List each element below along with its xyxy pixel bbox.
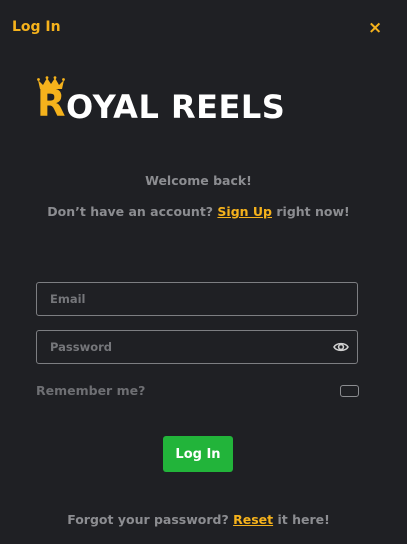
forgot-password-prompt: Forgot your password? Reset it here!: [0, 512, 397, 527]
remember-me-toggle[interactable]: [340, 385, 359, 397]
email-field-container: [36, 282, 358, 316]
email-field[interactable]: [37, 283, 357, 315]
signup-suffix: right now!: [276, 204, 350, 219]
dialog-title: Log In: [12, 19, 61, 35]
eye-icon[interactable]: [333, 340, 349, 354]
signup-prompt: Don’t have an account? Sign Up right now…: [0, 204, 397, 219]
brand-logo: R OYAL REELS: [37, 76, 352, 126]
logo-wordmark: OYAL REELS: [66, 88, 286, 126]
close-icon[interactable]: ×: [368, 20, 382, 37]
reset-link[interactable]: Reset: [233, 512, 273, 527]
password-field[interactable]: [37, 331, 357, 363]
remember-me-label: Remember me?: [36, 383, 146, 398]
signup-link[interactable]: Sign Up: [217, 204, 272, 219]
forgot-suffix: it here!: [277, 512, 330, 527]
signup-prefix: Don’t have an account?: [47, 204, 214, 219]
password-field-container: [36, 330, 358, 364]
login-button[interactable]: Log In: [163, 436, 233, 472]
forgot-prefix: Forgot your password?: [67, 512, 229, 527]
welcome-text: Welcome back!: [145, 173, 252, 188]
logo-first-letter: R: [37, 82, 66, 125]
